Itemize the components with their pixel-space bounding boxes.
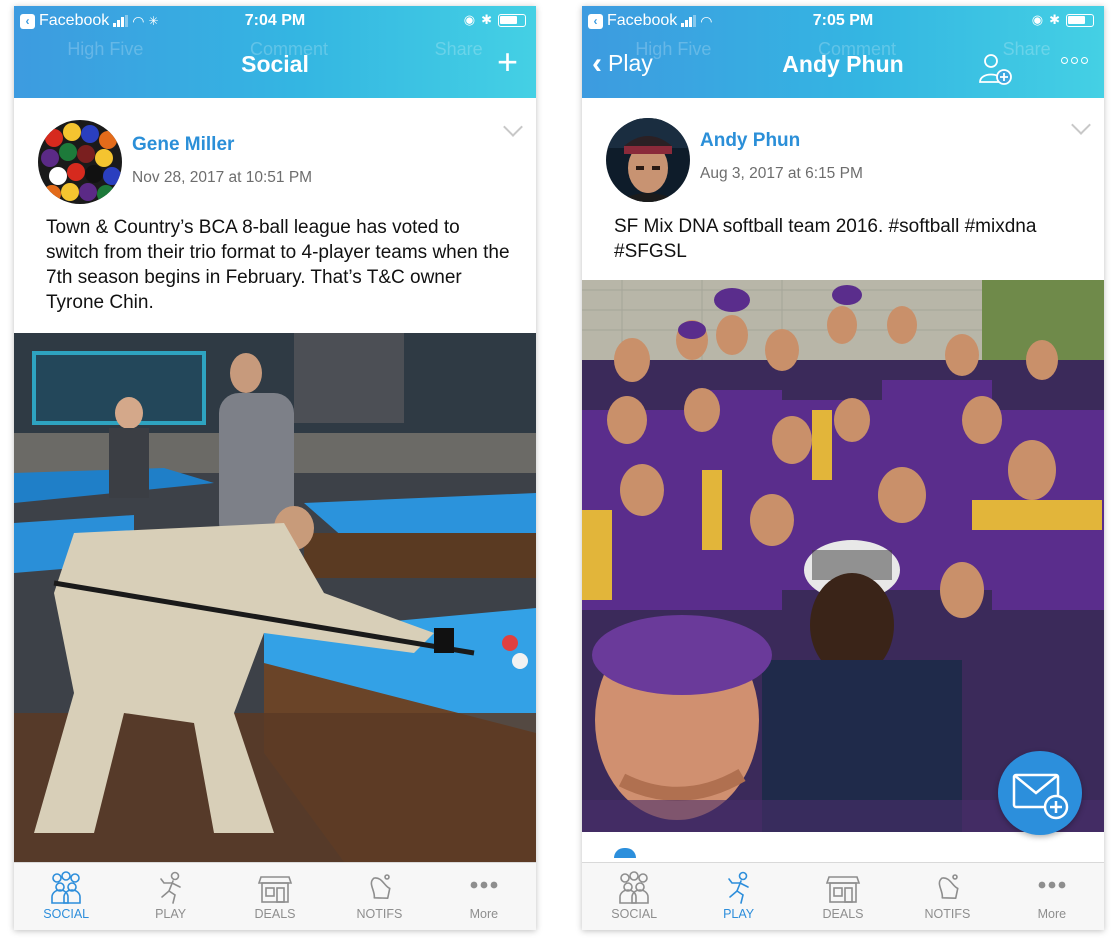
tab-more-label: More (1037, 907, 1067, 921)
billiard-balls-avatar-image (38, 120, 122, 204)
page-title: Social (241, 51, 309, 77)
screenshot-stage: ‹ Facebook ◠ ✳ 7:04 PM ◉ ✱ High Five Com… (0, 0, 1120, 940)
tab-social[interactable]: SOCIAL (582, 863, 686, 930)
tab-play[interactable]: PLAY (118, 863, 222, 930)
tab-social[interactable]: SOCIAL (14, 863, 118, 930)
tab-play[interactable]: PLAY (686, 863, 790, 930)
status-icons: ◉ ✱ (464, 12, 526, 28)
bluetooth-icon: ✱ (481, 12, 492, 27)
battery-icon (1066, 13, 1094, 27)
bell-icon (361, 871, 397, 905)
add-friend-icon (979, 54, 1012, 85)
compose-message-button[interactable] (998, 751, 1082, 835)
runner-icon (153, 871, 189, 905)
tab-notifs-label: NOTIFS (356, 907, 403, 921)
post-text: Town & Country’s BCA 8-ball league has v… (46, 217, 510, 313)
post-date: Nov 28, 2017 at 10:51 PM (132, 169, 313, 186)
tab-notifs[interactable]: NOTIFS (327, 863, 431, 930)
tab-play-label: PLAY (723, 907, 755, 921)
softball-team-photo (582, 280, 1104, 832)
post-header: Andy Phun Aug 3, 2017 at 6:15 PM (582, 106, 1104, 206)
post-header: Gene Miller Nov 28, 2017 at 10:51 PM (14, 106, 536, 206)
tab-deals[interactable]: DEALS (791, 863, 895, 930)
tab-social-label: SOCIAL (43, 907, 90, 921)
chevron-down-icon[interactable] (503, 117, 523, 137)
tab-deals-label: DEALS (822, 907, 864, 921)
more-icon (466, 871, 502, 905)
tab-more[interactable]: More (432, 863, 536, 930)
storefront-icon (825, 871, 861, 905)
status-bar: ‹ Facebook ◠ ✳ 7:04 PM ◉ ✱ (14, 6, 536, 36)
pool-hall-photo (14, 333, 536, 862)
post-date: Aug 3, 2017 at 6:15 PM (700, 165, 863, 182)
post-author[interactable]: Andy Phun (700, 130, 800, 152)
phone-profile-post: ‹ Facebook ◠ 7:05 PM ◉ ✱ High Five Comme… (582, 6, 1104, 930)
phone-social-feed: ‹ Facebook ◠ ✳ 7:04 PM ◉ ✱ High Five Com… (14, 6, 536, 930)
tab-deals[interactable]: DEALS (223, 863, 327, 930)
orientation-lock-icon: ◉ (1031, 12, 1044, 27)
bell-icon (929, 871, 965, 905)
tab-notifs[interactable]: NOTIFS (895, 863, 999, 930)
more-options-button[interactable] (1061, 57, 1088, 64)
profile-avatar-image (606, 118, 690, 202)
tab-notifs-label: NOTIFS (924, 907, 971, 921)
tab-bar: SOCIAL PLAY DEALS NOTIFS More (14, 862, 536, 930)
dot-icon (1061, 57, 1068, 64)
nav-header: ‹ Facebook ◠ ✳ 7:04 PM ◉ ✱ High Five Com… (14, 6, 536, 98)
avatar[interactable] (38, 120, 122, 204)
avatar-peek (614, 848, 636, 858)
status-icons: ◉ ✱ (1032, 12, 1094, 28)
status-bar: ‹ Facebook ◠ 7:05 PM ◉ ✱ (582, 6, 1104, 36)
bluetooth-icon: ✱ (1049, 12, 1060, 27)
tab-deals-label: DEALS (254, 907, 296, 921)
battery-icon (498, 13, 526, 27)
dot-icon (1071, 57, 1078, 64)
storefront-icon (257, 871, 293, 905)
tab-social-label: SOCIAL (611, 907, 658, 921)
tab-more[interactable]: More (1000, 863, 1104, 930)
mail-add-icon (1012, 773, 1069, 820)
tab-bar: SOCIAL PLAY DEALS NOTIFS More (582, 862, 1104, 930)
dot-icon (1081, 57, 1088, 64)
chevron-down-icon[interactable] (1071, 115, 1091, 135)
nav-header: ‹ Facebook ◠ 7:05 PM ◉ ✱ High Five Comme… (582, 6, 1104, 98)
avatar[interactable] (606, 118, 690, 202)
status-time: 7:04 PM (244, 12, 306, 29)
more-icon (1034, 871, 1070, 905)
people-icon (616, 871, 652, 905)
runner-icon (721, 871, 757, 905)
page-title: Andy Phun (782, 51, 904, 77)
orientation-lock-icon: ◉ (463, 12, 476, 27)
tab-play-label: PLAY (155, 907, 187, 921)
add-friend-button[interactable] (978, 52, 1014, 91)
status-time: 7:05 PM (812, 12, 874, 29)
post-photo[interactable] (582, 280, 1104, 832)
post-photo[interactable] (14, 333, 536, 862)
tab-more-label: More (469, 907, 499, 921)
post-author[interactable]: Gene Miller (132, 134, 234, 156)
people-icon (48, 871, 84, 905)
add-post-button[interactable]: + (497, 44, 518, 80)
post-text: SF Mix DNA softball team 2016. #softball… (614, 216, 1037, 262)
